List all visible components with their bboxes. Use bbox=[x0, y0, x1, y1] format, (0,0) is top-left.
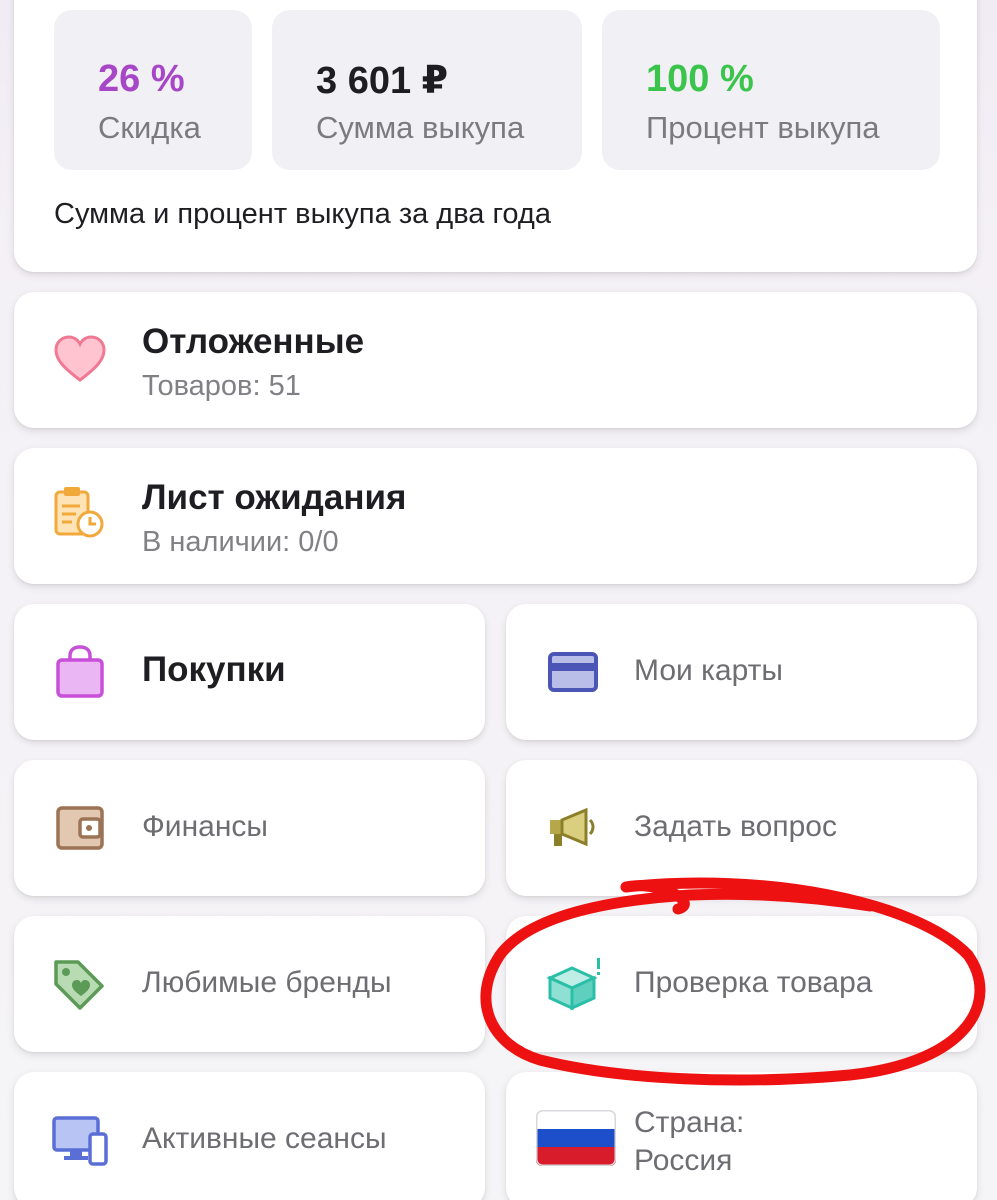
ask-question-tile[interactable]: Задать вопрос bbox=[506, 760, 977, 896]
purchase-percent-value: 100 % bbox=[646, 58, 754, 100]
product-check-tile[interactable]: Проверка товара bbox=[506, 916, 977, 1052]
my-cards-label: Мои карты bbox=[634, 654, 783, 687]
discount-value: 26 % bbox=[98, 58, 185, 100]
purchase-percent-label: Процент выкупа bbox=[646, 110, 880, 145]
devices-icon bbox=[52, 1116, 108, 1166]
favorites-row[interactable]: Отложенные Товаров: 51 bbox=[14, 292, 977, 428]
favorites-title: Отложенные bbox=[142, 322, 365, 361]
wallet-icon bbox=[56, 806, 104, 850]
megaphone-icon bbox=[550, 807, 595, 847]
my-cards-tile[interactable]: Мои карты bbox=[506, 604, 977, 740]
box-check-icon bbox=[546, 958, 600, 1011]
active-sessions-tile[interactable]: Активные сеансы bbox=[14, 1072, 485, 1200]
clipboard-clock-icon bbox=[54, 487, 104, 538]
purchase-sum-label: Сумма выкупа bbox=[316, 110, 525, 145]
russia-flag-icon bbox=[536, 1110, 616, 1166]
discount-stat: 26 % Скидка bbox=[54, 10, 252, 170]
country-value: Россия bbox=[634, 1144, 733, 1177]
favorites-count: Товаров: 51 bbox=[142, 370, 301, 402]
purchases-tile[interactable]: Покупки bbox=[14, 604, 485, 740]
active-sessions-label: Активные сеансы bbox=[142, 1122, 387, 1155]
finances-tile[interactable]: Финансы bbox=[14, 760, 485, 896]
product-check-label: Проверка товара bbox=[634, 966, 873, 999]
waitlist-availability: В наличии: 0/0 bbox=[142, 526, 339, 558]
waitlist-row[interactable]: Лист ожидания В наличии: 0/0 bbox=[14, 448, 977, 584]
favorite-brands-label: Любимые бренды bbox=[142, 966, 392, 999]
country-caption: Страна: bbox=[634, 1106, 745, 1139]
stats-note: Сумма и процент выкупа за два года bbox=[54, 198, 551, 230]
waitlist-title: Лист ожидания bbox=[142, 478, 407, 517]
purchase-stats-card: 26 % Скидка 3 601 ₽ Сумма выкупа 100 % П… bbox=[14, 0, 977, 272]
tag-heart-icon bbox=[54, 960, 104, 1010]
purchase-sum-value: 3 601 ₽ bbox=[316, 60, 449, 102]
discount-label: Скидка bbox=[98, 110, 201, 145]
favorite-brands-tile[interactable]: Любимые бренды bbox=[14, 916, 485, 1052]
credit-card-icon bbox=[548, 652, 598, 692]
shopping-bag-icon bbox=[56, 645, 104, 698]
purchases-label: Покупки bbox=[142, 650, 286, 689]
ask-question-label: Задать вопрос bbox=[634, 810, 837, 843]
country-tile[interactable]: Страна: Россия bbox=[506, 1072, 977, 1200]
finances-label: Финансы bbox=[142, 810, 268, 843]
purchase-sum-stat: 3 601 ₽ Сумма выкупа bbox=[272, 10, 582, 170]
country-label: Страна: Россия bbox=[634, 1104, 744, 1180]
heart-icon bbox=[54, 335, 106, 382]
purchase-percent-stat: 100 % Процент выкупа bbox=[602, 10, 940, 170]
